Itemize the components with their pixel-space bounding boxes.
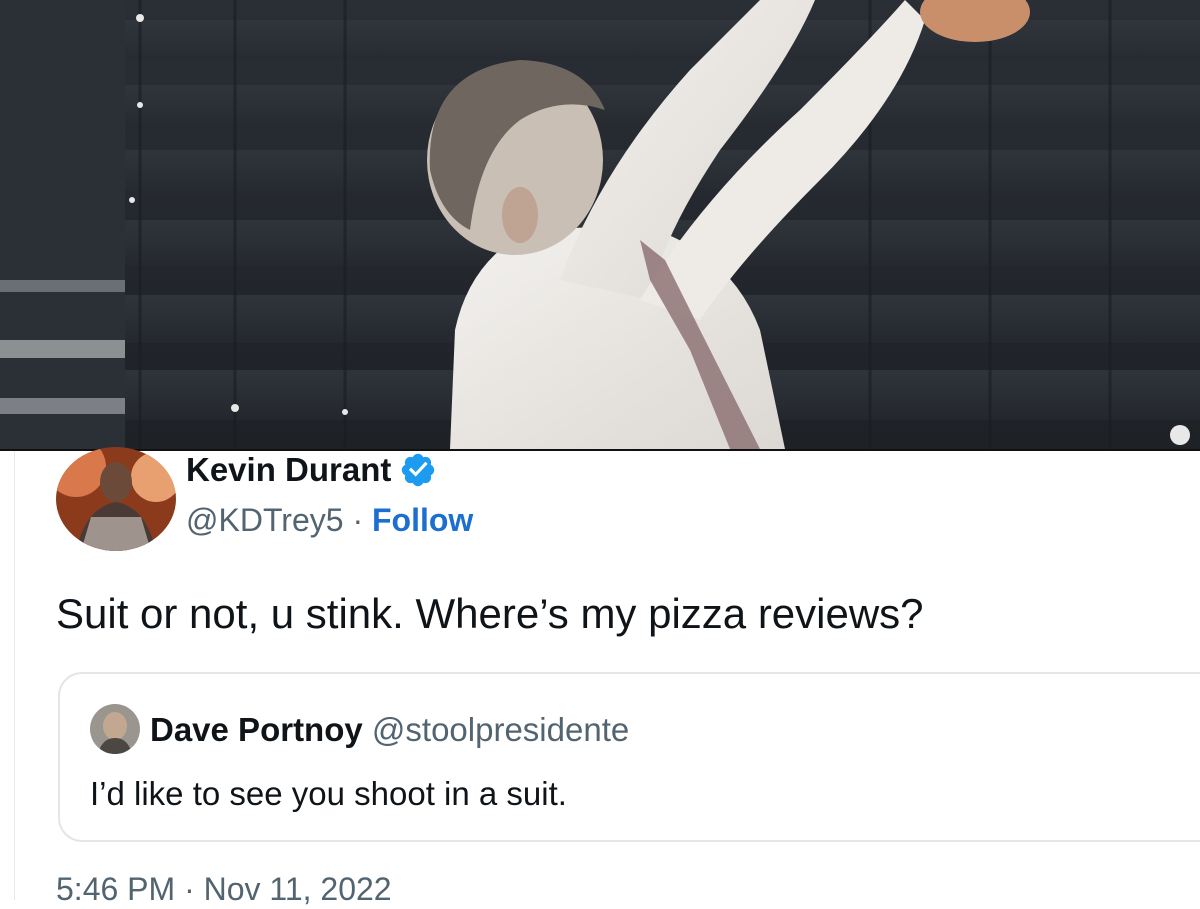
- quoted-author-avatar[interactable]: [90, 704, 140, 754]
- author-name-text[interactable]: Kevin Durant: [186, 451, 391, 489]
- quoted-author-handle[interactable]: @stoolpresidente: [372, 711, 629, 748]
- meta-separator: ·: [352, 502, 364, 538]
- author-meta: @KDTrey5 · Follow: [186, 501, 473, 539]
- quoted-author-name[interactable]: Dave Portnoy: [150, 711, 363, 748]
- tweet-timestamp[interactable]: 5:46 PM · Nov 11, 2022: [56, 869, 392, 909]
- quoted-avatar-image: [90, 704, 140, 754]
- quoted-tweet[interactable]: Dave Portnoy @stoolpresidente I’d like t…: [58, 672, 1200, 842]
- tweet-photo[interactable]: [0, 0, 1200, 449]
- arena-photo: [0, 0, 1200, 449]
- quoted-tweet-text: I’d like to see you shoot in a suit.: [90, 775, 567, 812]
- quoted-author-line: Dave Portnoy @stoolpresidente: [150, 710, 629, 750]
- author-avatar-image: [56, 447, 176, 551]
- author-handle[interactable]: @KDTrey5: [186, 502, 344, 538]
- author-avatar[interactable]: [56, 447, 176, 551]
- tweet-text: Suit or not, u stink. Where’s my pizza r…: [56, 590, 924, 637]
- follow-button[interactable]: Follow: [372, 502, 473, 538]
- tweet-card: Kevin Durant @KDTrey5 · Follow Suit or n…: [0, 447, 1200, 907]
- verified-badge-icon: [402, 453, 435, 487]
- card-border: [14, 451, 15, 900]
- author-name[interactable]: Kevin Durant: [186, 451, 437, 489]
